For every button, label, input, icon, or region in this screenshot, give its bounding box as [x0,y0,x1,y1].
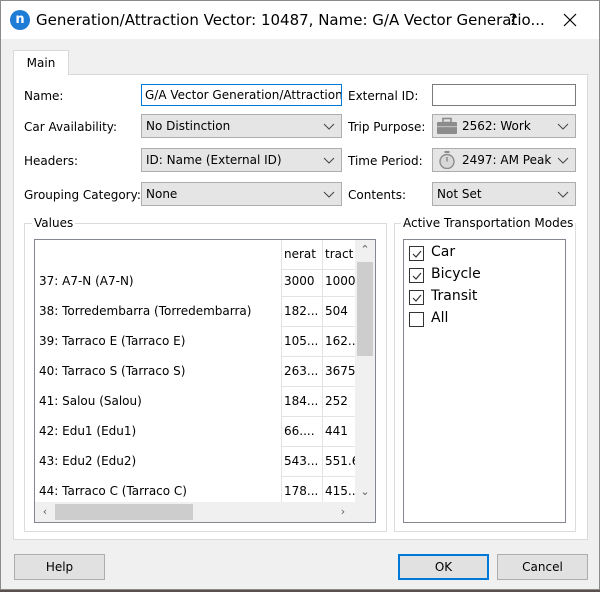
checkbox[interactable] [409,268,424,283]
grouping-category-value: None [146,187,178,201]
generation-cell[interactable]: 66.... [281,417,322,447]
chevron-down-icon [557,191,569,198]
zone-name-cell: 41: Salou (Salou) [39,394,142,408]
cancel-button[interactable]: Cancel [497,554,588,580]
table-row[interactable]: 39: Tarraco E (Tarraco E) 105... 162.. [35,327,355,357]
chevron-down-icon [323,191,335,198]
headers-select[interactable]: ID: Name (External ID) [141,148,342,172]
table-header-row: nerat tract [35,240,355,270]
zone-name-cell: 40: Tarraco S (Tarraco S) [39,364,186,378]
table-row[interactable]: 40: Tarraco S (Tarraco S) 263... 3675 [35,357,355,387]
generation-cell[interactable]: 182... [281,297,322,327]
trip-purpose-value: 2562: Work [462,119,531,133]
generation-cell[interactable]: 184... [281,387,322,417]
zone-name-cell: 44: Tarraco C (Tarraco C) [39,484,187,498]
headers-value: ID: Name (External ID) [146,153,282,167]
chevron-down-icon [323,157,335,164]
chevron-down-icon [557,123,569,130]
scroll-down-icon[interactable]: ⌄ [355,482,375,502]
external-id-label: External ID: [348,89,419,103]
zone-name-cell: 37: A7-N (A7-N) [39,274,134,288]
contents-select[interactable]: Not Set [432,182,576,206]
attraction-cell[interactable]: 551.6 [322,447,355,477]
name-label: Name: [24,89,64,103]
checkmark-icon [412,294,422,302]
attraction-cell[interactable]: 504 [322,297,355,327]
mode-label: All [431,310,449,326]
modes-group-title: Active Transportation Modes [401,216,576,230]
vertical-scroll-thumb[interactable] [357,262,373,356]
generation-cell[interactable]: 543... [281,447,322,477]
generation-cell[interactable]: 263... [281,357,322,387]
checkbox[interactable] [409,246,424,261]
scroll-left-icon[interactable]: ‹ [35,502,55,522]
grouping-category-select[interactable]: None [141,182,342,206]
column-header-generation[interactable]: nerat [281,240,322,270]
horizontal-scroll-thumb[interactable] [55,504,193,520]
attraction-cell[interactable]: 1000 [322,267,355,297]
values-table: nerat tract 37: A7-N (A7-N) 3000 1000 38: T… [34,239,376,523]
checkmark-icon [412,250,422,258]
stopwatch-icon [439,151,455,169]
car-availability-select[interactable]: No Distinction [141,114,342,138]
tab-main[interactable]: Main [13,50,69,75]
trip-purpose-label: Trip Purpose: [348,120,426,134]
time-period-select[interactable]: 2497: AM Peak [432,148,576,172]
app-logo-icon: n [10,10,30,30]
chevron-down-icon [557,157,569,164]
time-period-value: 2497: AM Peak [462,153,552,167]
close-button[interactable] [553,7,587,33]
scroll-up-icon[interactable]: ⌃ [355,240,375,260]
chevron-down-icon [323,123,335,130]
table-row[interactable]: 43: Edu2 (Edu2) 543...551.6 [35,447,355,477]
horizontal-scrollbar[interactable]: ‹ › [35,502,355,522]
headers-label: Headers: [24,154,78,168]
window-title: Generation/Attraction Vector: 10487, Nam… [36,11,545,29]
name-input[interactable]: G/A Vector Generation/Attraction S [141,84,342,106]
briefcase-icon [437,117,457,134]
help-title-button[interactable]: ? [498,7,528,33]
car-availability-label: Car Availability: [24,120,118,134]
generation-cell[interactable]: 105... [281,327,322,357]
dialog-window: n Generation/Attraction Vector: 10487, N… [0,0,600,590]
attraction-cell[interactable]: 3675 [322,357,355,387]
help-button[interactable]: Help [14,554,105,580]
checkbox[interactable] [409,312,424,327]
ok-button[interactable]: OK [398,554,489,580]
contents-label: Contents: [348,188,407,202]
grouping-category-label: Grouping Category: [24,188,141,202]
column-header-attraction[interactable]: tract [322,240,355,270]
close-icon [563,13,577,27]
table-row[interactable]: 37: A7-N (A7-N) 3000 1000 [35,267,355,297]
mode-label: Bicycle [431,266,481,282]
zone-name-cell: 43: Edu2 (Edu2) [39,454,137,468]
scroll-right-icon[interactable]: › [333,502,353,522]
generation-cell[interactable]: 3000 [281,267,322,297]
external-id-input[interactable] [432,84,576,106]
time-period-label: Time Period: [348,154,423,168]
vertical-scrollbar[interactable]: ⌃ ⌄ [355,240,375,502]
zone-name-cell: 38: Torredembarra (Torredembarra) [39,304,252,318]
table-row[interactable]: 42: Edu1 (Edu1) 66.... 441 [35,417,355,447]
attraction-cell[interactable]: 441 [322,417,355,447]
car-availability-value: No Distinction [146,119,231,133]
contents-value: Not Set [437,187,482,201]
attraction-cell[interactable]: 252 [322,387,355,417]
table-row[interactable]: 38: Torredembarra (Torredembarra) 182... 5… [35,297,355,327]
modes-list: Car Bicycle Transit All [403,239,566,523]
zone-name-cell: 42: Edu1 (Edu1) [39,424,137,438]
scrollbar-corner [355,502,375,522]
zone-name-cell: 39: Tarraco E (Tarraco E) [39,334,186,348]
mode-label: Transit [431,288,478,304]
trip-purpose-select[interactable]: 2562: Work [432,114,576,138]
checkbox[interactable] [409,290,424,305]
values-group-title: Values [32,216,76,230]
table-row[interactable]: 41: Salou (Salou) 184... 252 [35,387,355,417]
mode-label: Car [431,244,456,260]
title-bar[interactable]: n Generation/Attraction Vector: 10487, N… [1,1,599,39]
checkmark-icon [412,272,422,280]
attraction-cell[interactable]: 162.. [322,327,355,357]
